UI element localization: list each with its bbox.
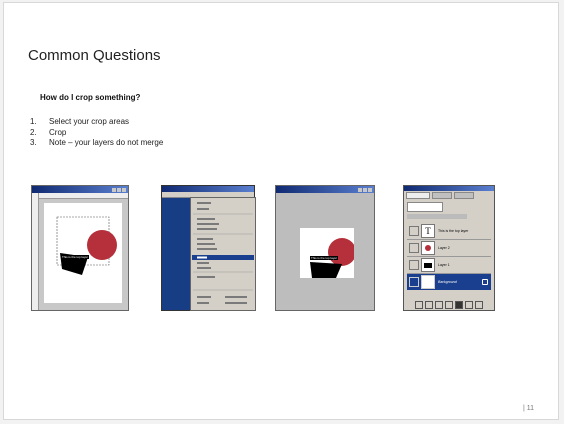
slide-title: Common Questions: [28, 47, 161, 64]
layer-caption: This is the top layer: [61, 255, 90, 259]
eye-icon[interactable]: [409, 243, 419, 253]
style-icon[interactable]: [425, 301, 433, 309]
screenshot-image-menu: [161, 185, 256, 311]
question-heading: How do I crop something?: [40, 93, 141, 102]
screenshot-layers-palette: T This is the top layer Layer 2 Layer 1 …: [403, 185, 495, 311]
lock-options[interactable]: [407, 214, 467, 219]
canvas-artwork: [56, 216, 117, 275]
link-icon[interactable]: [415, 301, 423, 309]
eye-icon[interactable]: [409, 226, 419, 236]
blend-mode-select[interactable]: [407, 202, 443, 212]
palette-tabs[interactable]: [404, 191, 494, 200]
image-menu[interactable]: [190, 197, 256, 311]
steps-list: 1. Select your crop areas 2. Crop 3. Note –…: [28, 117, 163, 149]
layer-name: Background: [438, 280, 457, 284]
canvas: This is the top layer: [44, 203, 122, 303]
eye-icon[interactable]: [409, 277, 419, 287]
layer-name: Layer 2: [438, 246, 450, 250]
lock-icon: [482, 279, 488, 285]
eye-icon[interactable]: [409, 260, 419, 270]
trash-icon[interactable]: [475, 301, 483, 309]
page-number: | 11: [522, 405, 534, 412]
step-item: 2. Crop: [30, 127, 67, 137]
layer-thumbnail: [421, 275, 435, 289]
adjustment-icon[interactable]: [455, 301, 463, 309]
layer-row-selected[interactable]: Background: [407, 274, 491, 290]
layer-name: This is the top layer: [438, 229, 469, 233]
layers-list: T This is the top layer Layer 2 Layer 1 …: [407, 223, 491, 290]
new-layer-icon[interactable]: [465, 301, 473, 309]
palette-footer: [407, 301, 491, 309]
layer-caption: This is the top layer: [310, 256, 339, 260]
layer-thumbnail: [421, 241, 435, 255]
text-layer-icon: T: [421, 224, 435, 238]
folder-icon[interactable]: [445, 301, 453, 309]
layer-row[interactable]: Layer 1: [407, 257, 491, 274]
slide: Common Questions How do I crop something…: [3, 2, 559, 420]
step-item: 3. Note – your layers do not merge: [30, 138, 164, 147]
cropped-canvas: This is the top layer: [300, 228, 356, 278]
mask-icon[interactable]: [435, 301, 443, 309]
screenshot-cropped-result: This is the top layer: [275, 185, 375, 311]
screenshot-crop-selection: This is the top layer: [31, 185, 129, 311]
layer-row[interactable]: Layer 2: [407, 240, 491, 257]
layer-name: Layer 1: [438, 263, 450, 267]
layer-row[interactable]: T This is the top layer: [407, 223, 491, 240]
layer-thumbnail: [421, 258, 435, 272]
step-item: 1. Select your crop areas: [30, 117, 130, 126]
